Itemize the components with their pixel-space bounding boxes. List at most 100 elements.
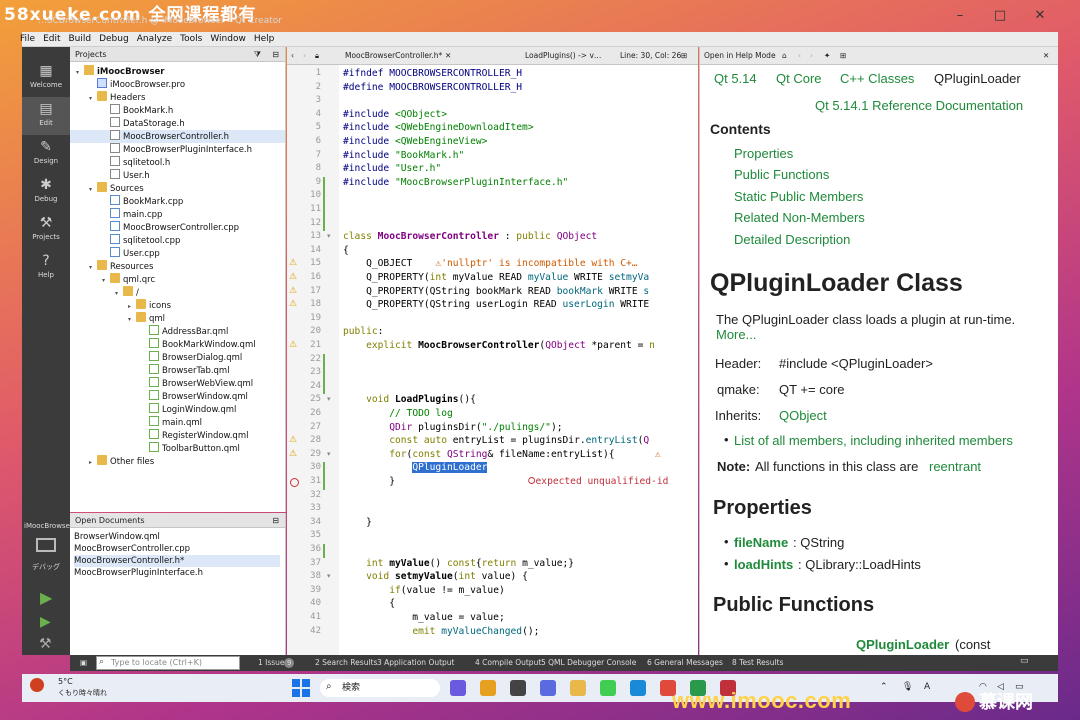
code-line[interactable]: m_value = value; [343, 612, 504, 623]
tree-item[interactable]: RegisterWindow.qml [70, 429, 285, 442]
output-tab[interactable]: 4 Compile Output [475, 655, 541, 671]
tree-item[interactable]: MoocBrowserPluginInterface.h [70, 143, 285, 156]
bookmark-icon[interactable]: ✦ [824, 47, 830, 65]
tree-item[interactable]: main.qml [70, 416, 285, 429]
output-tab[interactable]: 3 Application Output [377, 655, 455, 671]
folder-icon[interactable] [570, 680, 586, 696]
tree-item[interactable]: ▾ qml [70, 312, 285, 325]
windows-start-icon[interactable] [292, 679, 310, 697]
symbol-selector[interactable]: LoadPlugins() -> v… [525, 47, 601, 65]
back-arrow-icon[interactable]: ‹ [291, 47, 294, 65]
crumb-qtcore[interactable]: Qt Core [776, 71, 822, 86]
contents-link-static-members[interactable]: Static Public Members [734, 189, 863, 204]
reference-doc-link[interactable]: Qt 5.14.1 Reference Documentation [815, 98, 1023, 113]
menu-analyze[interactable]: Analyze [133, 32, 176, 47]
code-line[interactable]: explicit MoocBrowserController(QObject *… [343, 340, 655, 351]
close-button[interactable]: ✕ [1020, 4, 1060, 28]
debug-run-icon[interactable]: ▶ [40, 614, 51, 630]
menu-file[interactable]: File [16, 32, 39, 47]
minimize-button[interactable]: – [940, 4, 980, 28]
tree-item[interactable]: User.cpp [70, 247, 285, 260]
tree-item[interactable]: BookMarkWindow.qml [70, 338, 285, 351]
output-tab[interactable]: 2 Search Results [315, 655, 377, 671]
file-tab[interactable]: MoocBrowserController.h* [345, 47, 442, 65]
crumb-classes[interactable]: C++ Classes [840, 71, 914, 86]
mode-help[interactable]: ? Help [22, 249, 70, 287]
app-b-icon[interactable] [480, 680, 496, 696]
menu-edit[interactable]: Edit [39, 32, 64, 47]
mode-design[interactable]: ✎ Design [22, 135, 70, 173]
tree-item[interactable]: LoginWindow.qml [70, 403, 285, 416]
tree-item[interactable]: DataStorage.h [70, 117, 285, 130]
code-line[interactable]: #include <QWebEngineView> [343, 136, 487, 147]
filter-icon[interactable]: ⧩ [254, 47, 261, 62]
open-document-item[interactable]: MoocBrowserController.h* [74, 555, 280, 567]
code-line[interactable]: } ⭘expected unqualified-id [343, 476, 668, 487]
menu-window[interactable]: Window [206, 32, 250, 47]
maximize-button[interactable]: □ [980, 4, 1020, 28]
run-icon[interactable]: ▶ [40, 588, 52, 607]
tree-item[interactable]: main.cpp [70, 208, 285, 221]
forward-arrow-icon[interactable]: › [303, 47, 306, 65]
file-close-icon[interactable]: ✕ [445, 47, 451, 65]
constructor-link[interactable]: QPluginLoader [856, 637, 949, 652]
locator-input[interactable]: Type to locate (Ctrl+K) [96, 656, 240, 670]
tree-item[interactable]: ▾ / [70, 286, 285, 299]
tree-item[interactable]: BookMark.h [70, 104, 285, 117]
tree-item[interactable]: ToolbarButton.qml [70, 442, 285, 455]
code-line[interactable]: Q_PROPERTY(QString userLogin READ userLo… [343, 299, 649, 310]
tree-item[interactable]: iMoocBrowser.pro [70, 78, 285, 91]
forward-icon[interactable]: › [810, 47, 813, 65]
code-line[interactable]: #include <QObject> [343, 109, 447, 120]
code-line[interactable]: #include "BookMark.h" [343, 150, 464, 161]
close-pane-icon[interactable]: ⊟ [272, 513, 279, 528]
microphone-icon[interactable]: 🎙︎ [902, 682, 913, 692]
mode-projects[interactable]: ⚒ Projects [22, 211, 70, 249]
code-line[interactable]: int myValue() const{return m_value;} [343, 558, 574, 569]
code-line[interactable]: emit myValueChanged(); [343, 626, 539, 637]
tree-item[interactable]: MoocBrowserController.cpp [70, 221, 285, 234]
crumb-qt[interactable]: Qt 5.14 [714, 71, 757, 86]
tree-item[interactable]: MoocBrowserController.h [70, 130, 285, 143]
back-icon[interactable]: ‹ [798, 47, 801, 65]
tree-item[interactable]: sqlitetool.h [70, 156, 285, 169]
code-line[interactable]: #include <QWebEngineDownloadItem> [343, 122, 534, 133]
menu-build[interactable]: Build [65, 32, 96, 47]
open-document-item[interactable]: MoocBrowserController.cpp [74, 543, 190, 555]
ime-icon[interactable]: A [924, 682, 930, 692]
tray-chevron-icon[interactable]: ⌃ [880, 682, 888, 692]
build-hammer-icon[interactable]: ⚒ [39, 636, 52, 652]
reentrant-link[interactable]: reentrant [929, 459, 981, 474]
all-members-link[interactable]: List of all members, including inherited… [734, 433, 1013, 448]
mode-debug[interactable]: ✱ Debug [22, 173, 70, 211]
home-icon[interactable]: ⌂ [782, 47, 787, 65]
tree-item[interactable]: ▾ Headers [70, 91, 285, 104]
output-tab[interactable]: 8 Test Results [732, 655, 783, 671]
open-document-item[interactable]: MoocBrowserPluginInterface.h [74, 567, 203, 579]
kit-selector[interactable]: iMoocBrowser デバッグ ▶ ▶ ⚒ [22, 520, 73, 655]
contents-link-detailed[interactable]: Detailed Description [734, 232, 850, 247]
help-close-icon[interactable]: ✕ [1043, 47, 1049, 65]
open-help-mode-button[interactable]: Open in Help Mode [704, 47, 776, 65]
code-line[interactable]: void LoadPlugins(){ [343, 394, 476, 405]
menu-debug[interactable]: Debug [95, 32, 133, 47]
tree-item[interactable]: ▸ icons [70, 299, 285, 312]
code-line[interactable]: void setmyValue(int value) { [343, 571, 528, 582]
code-line[interactable]: if(value != m_value) [343, 585, 505, 596]
code-area[interactable]: #ifndef MOOCBROWSERCONTROLLER_H #define M… [287, 65, 698, 655]
code-line[interactable]: #define MOOCBROWSERCONTROLLER_H [343, 82, 522, 93]
app-c-icon[interactable] [510, 680, 526, 696]
tree-item[interactable]: sqlitetool.cpp [70, 234, 285, 247]
tree-item[interactable]: User.h [70, 169, 285, 182]
mode-welcome[interactable]: ▦ Welcome [22, 59, 70, 97]
app-d-icon[interactable] [540, 680, 556, 696]
expand-right-icon[interactable]: ▸ [89, 456, 97, 469]
split-icon[interactable]: ⊞ [681, 47, 687, 65]
tree-item[interactable]: BrowserWebView.qml [70, 377, 285, 390]
tree-item[interactable]: ▾ Sources [70, 182, 285, 195]
more-link[interactable]: More... [716, 327, 756, 342]
code-line[interactable]: #include "User.h" [343, 163, 441, 174]
tree-item[interactable]: BrowserDialog.qml [70, 351, 285, 364]
output-tab[interactable]: 5 QML Debugger Console [541, 655, 636, 671]
tree-item[interactable]: ▾ qml.qrc [70, 273, 285, 286]
